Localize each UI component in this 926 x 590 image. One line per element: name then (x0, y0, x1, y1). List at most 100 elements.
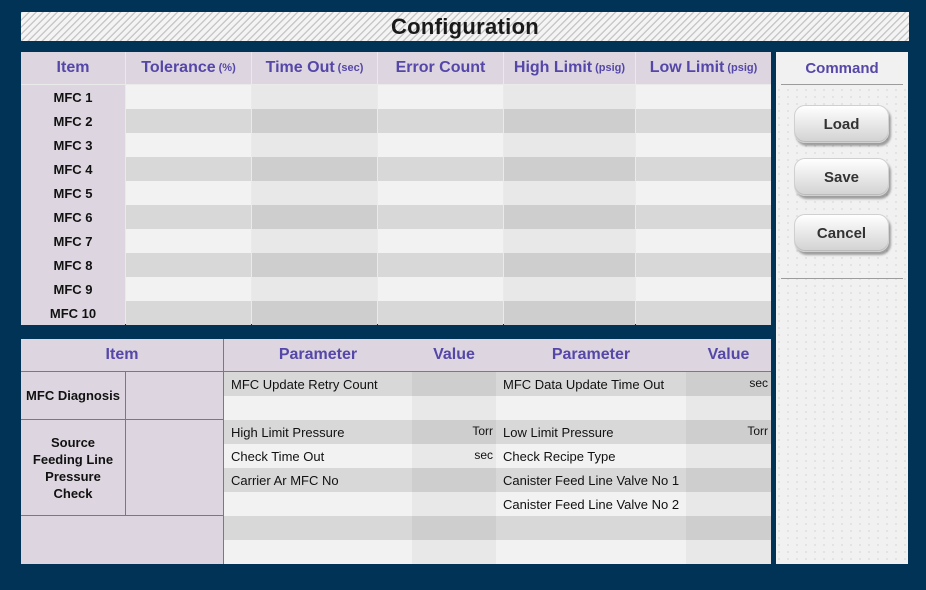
value-field-left[interactable] (412, 492, 496, 516)
value-cell-time-out[interactable] (252, 301, 377, 325)
value-field-left[interactable]: sec (412, 444, 496, 468)
value-cell-time-out[interactable] (252, 253, 377, 277)
command-divider-top (781, 84, 903, 85)
value-cell-tolerance[interactable] (126, 85, 251, 109)
value-cell-time-out[interactable] (252, 277, 377, 301)
value-cell-error-count[interactable] (378, 301, 503, 325)
value-field-right[interactable] (686, 516, 771, 540)
value-cell-time-out[interactable] (252, 85, 377, 109)
value-cell-error-count[interactable] (378, 253, 503, 277)
value-cell-tolerance[interactable] (126, 277, 251, 301)
col-header-error-count: Error Count (378, 52, 503, 84)
col-header-label: Error Count (395, 59, 486, 76)
col-header-parameter-left: Parameter (224, 339, 412, 371)
table-row: MFC 5 (21, 181, 771, 205)
value-cell-low-limit[interactable] (636, 253, 771, 277)
table-row: MFC 1 (21, 85, 771, 109)
table-row: MFC 9 (21, 277, 771, 301)
table-row: MFC 7 (21, 229, 771, 253)
row-label: MFC 3 (21, 133, 125, 157)
row-label: MFC 7 (21, 229, 125, 253)
col-header-unit: (psig) (727, 62, 758, 74)
title-bar: Configuration (21, 12, 909, 41)
value-cell-error-count[interactable] (378, 109, 503, 133)
group-label-source-feeding: Source Feeding Line Pressure Check (21, 420, 125, 515)
value-cell-low-limit[interactable] (636, 229, 771, 253)
value-field-right[interactable] (686, 540, 771, 564)
col-header-unit: (psig) (595, 62, 626, 74)
value-cell-time-out[interactable] (252, 229, 377, 253)
value-cell-tolerance[interactable] (126, 181, 251, 205)
value-field-left[interactable] (412, 396, 496, 420)
value-field-left[interactable] (412, 372, 496, 396)
value-cell-low-limit[interactable] (636, 277, 771, 301)
value-field-left[interactable] (412, 516, 496, 540)
value-cell-high-limit[interactable] (504, 229, 635, 253)
grid-line (21, 515, 223, 516)
command-title: Command (776, 52, 908, 84)
value-cell-low-limit[interactable] (636, 301, 771, 325)
group-sublabel-cell (126, 372, 223, 419)
value-cell-tolerance[interactable] (126, 229, 251, 253)
row-label: MFC 6 (21, 205, 125, 229)
group-label-empty (21, 516, 223, 564)
value-cell-low-limit[interactable] (636, 109, 771, 133)
value-field-right[interactable]: Torr (686, 420, 771, 444)
value-cell-low-limit[interactable] (636, 157, 771, 181)
value-cell-error-count[interactable] (378, 229, 503, 253)
load-button[interactable]: Load (794, 105, 889, 143)
save-button[interactable]: Save (794, 158, 889, 196)
value-cell-error-count[interactable] (378, 85, 503, 109)
value-cell-tolerance[interactable] (126, 205, 251, 229)
value-field-right[interactable] (686, 396, 771, 420)
value-field-right[interactable] (686, 444, 771, 468)
value-cell-tolerance[interactable] (126, 253, 251, 277)
value-field-right[interactable] (686, 468, 771, 492)
value-cell-tolerance[interactable] (126, 109, 251, 133)
parameter-label-left (224, 492, 412, 516)
value-cell-tolerance[interactable] (126, 157, 251, 181)
value-cell-high-limit[interactable] (504, 253, 635, 277)
value-field-left[interactable] (412, 468, 496, 492)
parameter-label-right (496, 396, 686, 420)
col-header-item: Item (21, 52, 125, 84)
value-cell-low-limit[interactable] (636, 205, 771, 229)
value-cell-error-count[interactable] (378, 133, 503, 157)
row-label: MFC 8 (21, 253, 125, 277)
value-cell-high-limit[interactable] (504, 205, 635, 229)
parameter-label-right: Low Limit Pressure (496, 420, 686, 444)
table-row: MFC 3 (21, 133, 771, 157)
value-cell-tolerance[interactable] (126, 301, 251, 325)
grid-line (21, 419, 223, 420)
table-row: MFC 10 (21, 301, 771, 325)
value-cell-high-limit[interactable] (504, 85, 635, 109)
cancel-button[interactable]: Cancel (794, 214, 889, 252)
value-cell-high-limit[interactable] (504, 181, 635, 205)
value-cell-high-limit[interactable] (504, 157, 635, 181)
value-cell-error-count[interactable] (378, 277, 503, 301)
value-cell-high-limit[interactable] (504, 109, 635, 133)
value-field-left[interactable]: Torr (412, 420, 496, 444)
col-header-label: Low Limit (649, 59, 725, 76)
value-cell-error-count[interactable] (378, 157, 503, 181)
value-cell-high-limit[interactable] (504, 133, 635, 157)
row-label: MFC 1 (21, 85, 125, 109)
value-field-left[interactable] (412, 540, 496, 564)
value-cell-low-limit[interactable] (636, 85, 771, 109)
value-cell-time-out[interactable] (252, 109, 377, 133)
col-header-label: High Limit (513, 59, 593, 76)
value-cell-time-out[interactable] (252, 205, 377, 229)
value-cell-time-out[interactable] (252, 157, 377, 181)
value-cell-high-limit[interactable] (504, 301, 635, 325)
value-field-right[interactable] (686, 492, 771, 516)
value-cell-low-limit[interactable] (636, 181, 771, 205)
value-cell-error-count[interactable] (378, 205, 503, 229)
value-cell-error-count[interactable] (378, 181, 503, 205)
value-cell-time-out[interactable] (252, 133, 377, 157)
parameter-label-left: Carrier Ar MFC No (224, 468, 412, 492)
value-cell-low-limit[interactable] (636, 133, 771, 157)
value-field-right[interactable]: sec (686, 372, 771, 396)
value-cell-tolerance[interactable] (126, 133, 251, 157)
value-cell-high-limit[interactable] (504, 277, 635, 301)
value-cell-time-out[interactable] (252, 181, 377, 205)
